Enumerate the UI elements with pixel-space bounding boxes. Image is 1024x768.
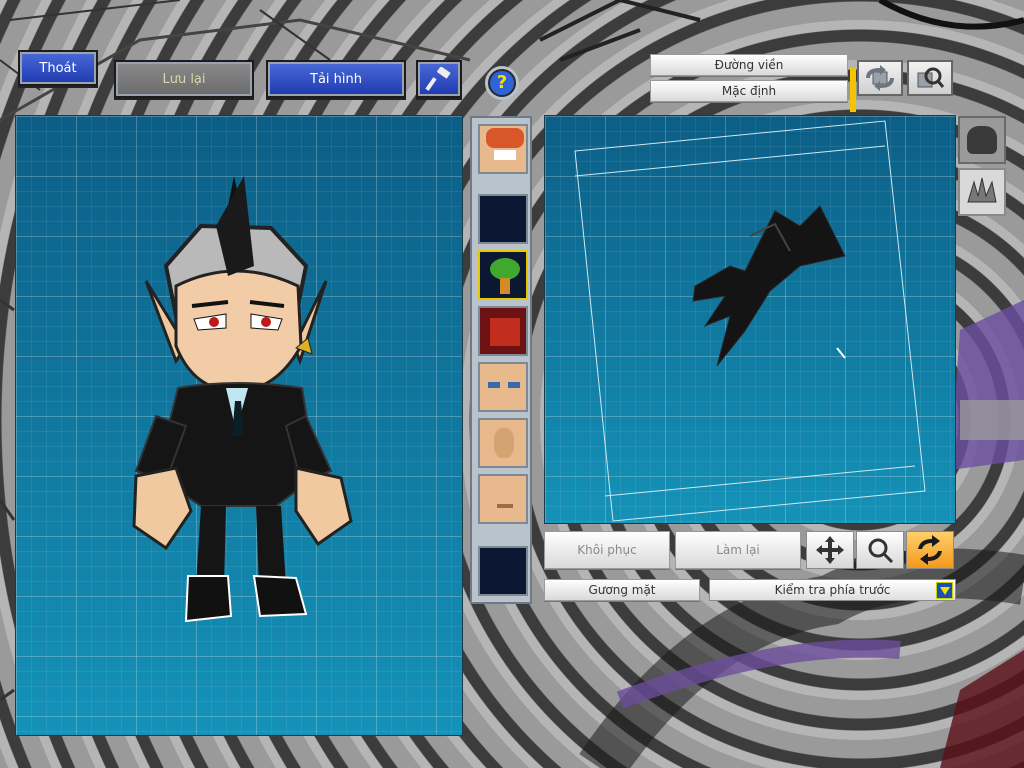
default-button-label: Mặc định xyxy=(721,84,777,98)
chevron-down-icon[interactable] xyxy=(936,582,953,599)
part-slot-eyes[interactable] xyxy=(478,362,528,412)
refresh-icon xyxy=(918,535,942,565)
restore-button[interactable]: Khôi phục xyxy=(544,531,670,569)
part-editor-panel[interactable] xyxy=(544,115,956,524)
part-slot-face-expression[interactable] xyxy=(478,124,528,174)
face-category-label: Gương mặt xyxy=(588,583,656,597)
refresh-tool-button[interactable] xyxy=(906,531,954,569)
part-slot-mouth[interactable] xyxy=(478,474,528,524)
zoom-view-button[interactable] xyxy=(907,60,953,96)
outline-button[interactable]: Đường viền xyxy=(650,54,848,76)
help-button[interactable]: ? xyxy=(485,66,519,100)
part-slot-tree[interactable] xyxy=(478,250,528,300)
magnifier-icon xyxy=(917,67,945,88)
exit-button-label: Thoát xyxy=(39,60,77,76)
character-model xyxy=(132,176,353,623)
view-mode-select[interactable]: Kiểm tra phía trước xyxy=(709,579,956,601)
move-arrows-icon xyxy=(816,536,844,564)
part-slot-outfit[interactable] xyxy=(478,306,528,356)
head-shape-icon xyxy=(967,126,997,154)
redo-button[interactable]: Làm lại xyxy=(675,531,801,569)
part-slot-empty-2[interactable] xyxy=(478,546,528,596)
rotate-icon xyxy=(866,65,894,91)
hammer-icon xyxy=(425,67,451,91)
save-button[interactable]: Lưu lại xyxy=(114,60,254,98)
yellow-accent xyxy=(850,68,856,112)
magnifier-icon xyxy=(868,538,894,564)
thumbnail-head-shape[interactable] xyxy=(958,116,1006,164)
parts-selector-strip xyxy=(470,116,532,604)
outline-button-label: Đường viền xyxy=(714,58,784,72)
default-button[interactable]: Mặc định xyxy=(650,80,848,102)
save-button-label: Lưu lại xyxy=(162,71,206,87)
character-preview-panel[interactable] xyxy=(15,115,463,736)
rotate-view-button[interactable] xyxy=(857,60,903,96)
question-mark-icon: ? xyxy=(490,71,514,95)
hair-part-model xyxy=(574,120,926,522)
exit-button[interactable]: Thoát xyxy=(18,50,98,86)
hammer-button[interactable] xyxy=(416,60,462,98)
hair-spikes-icon xyxy=(967,177,997,203)
thumbnail-hair-spikes[interactable] xyxy=(958,168,1006,216)
reload-image-button[interactable]: Tải hình xyxy=(266,60,406,98)
redo-button-label: Làm lại xyxy=(716,543,760,557)
reload-image-button-label: Tải hình xyxy=(310,71,362,87)
move-tool-button[interactable] xyxy=(806,531,854,569)
face-category-button[interactable]: Gương mặt xyxy=(544,579,700,601)
part-slot-empty-1[interactable] xyxy=(478,194,528,244)
part-slot-ear[interactable] xyxy=(478,418,528,468)
restore-button-label: Khôi phục xyxy=(577,543,637,557)
zoom-tool-button[interactable] xyxy=(856,531,904,569)
view-mode-select-value: Kiểm tra phía trước xyxy=(774,583,891,597)
